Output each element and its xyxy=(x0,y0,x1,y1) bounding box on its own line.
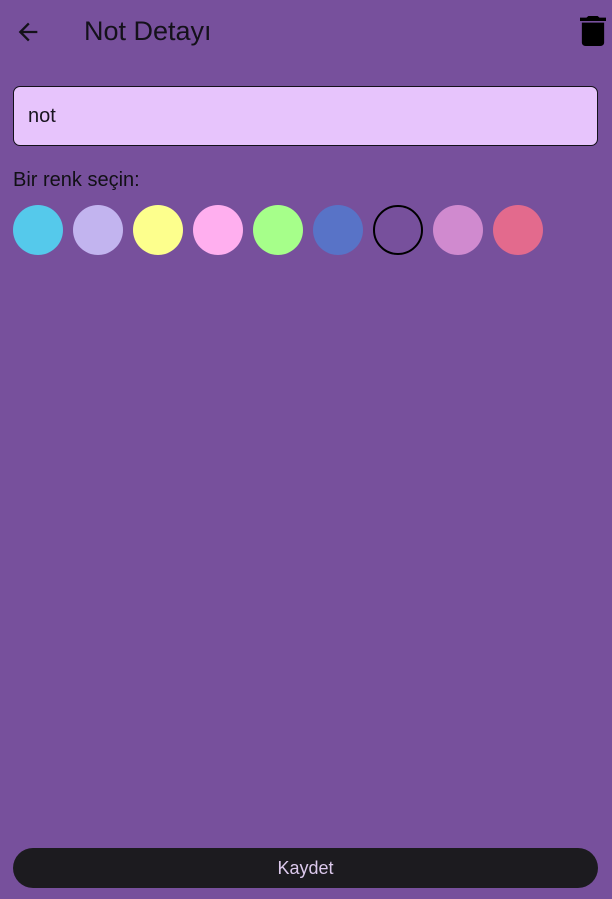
delete-button[interactable] xyxy=(580,16,606,46)
page-title: Not Detayı xyxy=(84,16,212,46)
color-swatch-5[interactable] xyxy=(253,205,303,255)
color-swatch-row xyxy=(13,205,553,255)
color-swatch-8[interactable] xyxy=(433,205,483,255)
note-field xyxy=(13,86,598,146)
color-swatch-6[interactable] xyxy=(313,205,363,255)
note-input[interactable] xyxy=(14,87,597,145)
save-button[interactable]: Kaydet xyxy=(13,848,598,888)
color-swatch-1[interactable] xyxy=(13,205,63,255)
color-swatch-2[interactable] xyxy=(73,205,123,255)
color-swatch-7[interactable] xyxy=(373,205,423,255)
color-swatch-9[interactable] xyxy=(493,205,543,255)
arrow-left-icon xyxy=(18,22,38,42)
color-swatch-3[interactable] xyxy=(133,205,183,255)
back-button[interactable] xyxy=(14,18,42,46)
trash-icon xyxy=(580,16,606,46)
color-swatch-4[interactable] xyxy=(193,205,243,255)
color-picker-label: Bir renk seçin: xyxy=(13,169,140,191)
app-bar: Not Detayı xyxy=(0,0,612,62)
